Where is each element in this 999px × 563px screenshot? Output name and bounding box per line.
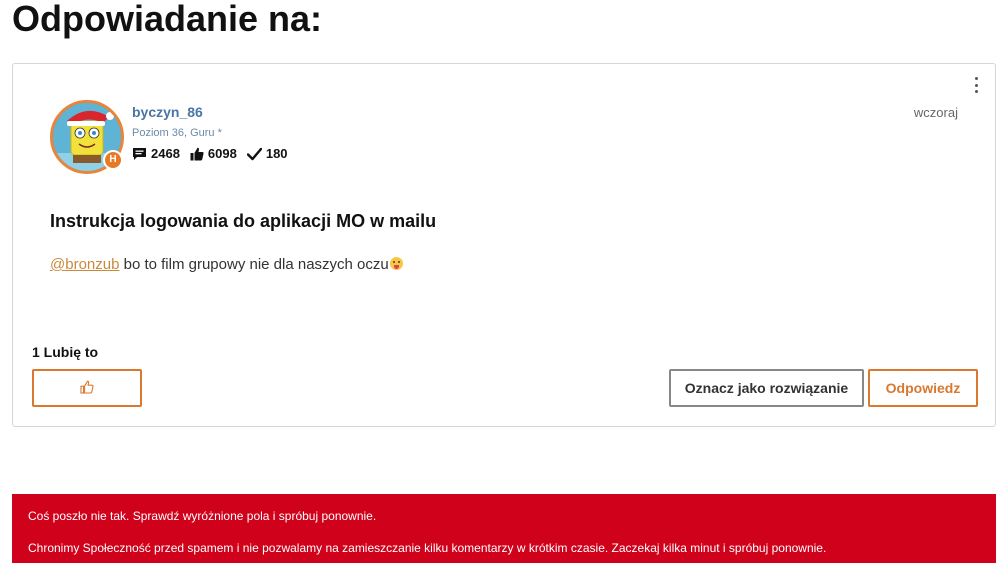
error-banner: Coś poszło nie tak. Sprawdź wyróżnione p…	[12, 494, 996, 563]
post-body: @bronzub bo to film grupowy nie dla nasz…	[50, 256, 403, 273]
solutions-stat: 180	[246, 146, 288, 161]
solutions-count: 180	[265, 146, 288, 161]
posts-stat: 2468	[132, 146, 180, 161]
like-button[interactable]	[32, 369, 142, 407]
thumbs-up-outline-icon	[80, 380, 94, 397]
post-card: H byczyn_86 Poziom 36, Guru * 2468 6098	[12, 63, 996, 427]
avatar[interactable]: H	[50, 100, 124, 174]
mark-as-solution-button[interactable]: Oznacz jako rozwiązanie	[669, 369, 864, 407]
thumbs-up-icon	[190, 147, 204, 161]
post-body-text: bo to film grupowy nie dla naszych oczu	[119, 256, 389, 273]
page-title: Odpowiadanie na:	[12, 0, 323, 39]
reply-button[interactable]: Odpowiedz	[868, 369, 978, 407]
comment-icon	[132, 147, 147, 161]
likes-count: 1 Lubię to	[32, 344, 99, 360]
likes-count-stat: 6098	[207, 146, 237, 161]
spam-warning-message: Chronimy Społeczność przed spamem i nie …	[28, 541, 827, 555]
likes-stat: 6098	[190, 146, 237, 161]
checkmark-icon	[246, 147, 262, 161]
tongue-out-emoji-icon	[389, 257, 403, 270]
post-subject: Instrukcja logowania do aplikacji MO w m…	[50, 211, 437, 231]
more-vertical-icon[interactable]	[971, 77, 981, 93]
error-message: Coś poszło nie tak. Sprawdź wyróżnione p…	[28, 509, 377, 523]
post-date: wczoraj	[913, 105, 958, 120]
author-stats: 2468 6098 180	[132, 146, 288, 161]
rank-badge: H	[103, 150, 123, 170]
author-rank: Poziom 36, Guru *	[132, 127, 222, 139]
author-username-link[interactable]: byczyn_86	[132, 104, 203, 120]
posts-count: 2468	[151, 146, 180, 161]
mention-link[interactable]: @bronzub	[50, 256, 119, 273]
